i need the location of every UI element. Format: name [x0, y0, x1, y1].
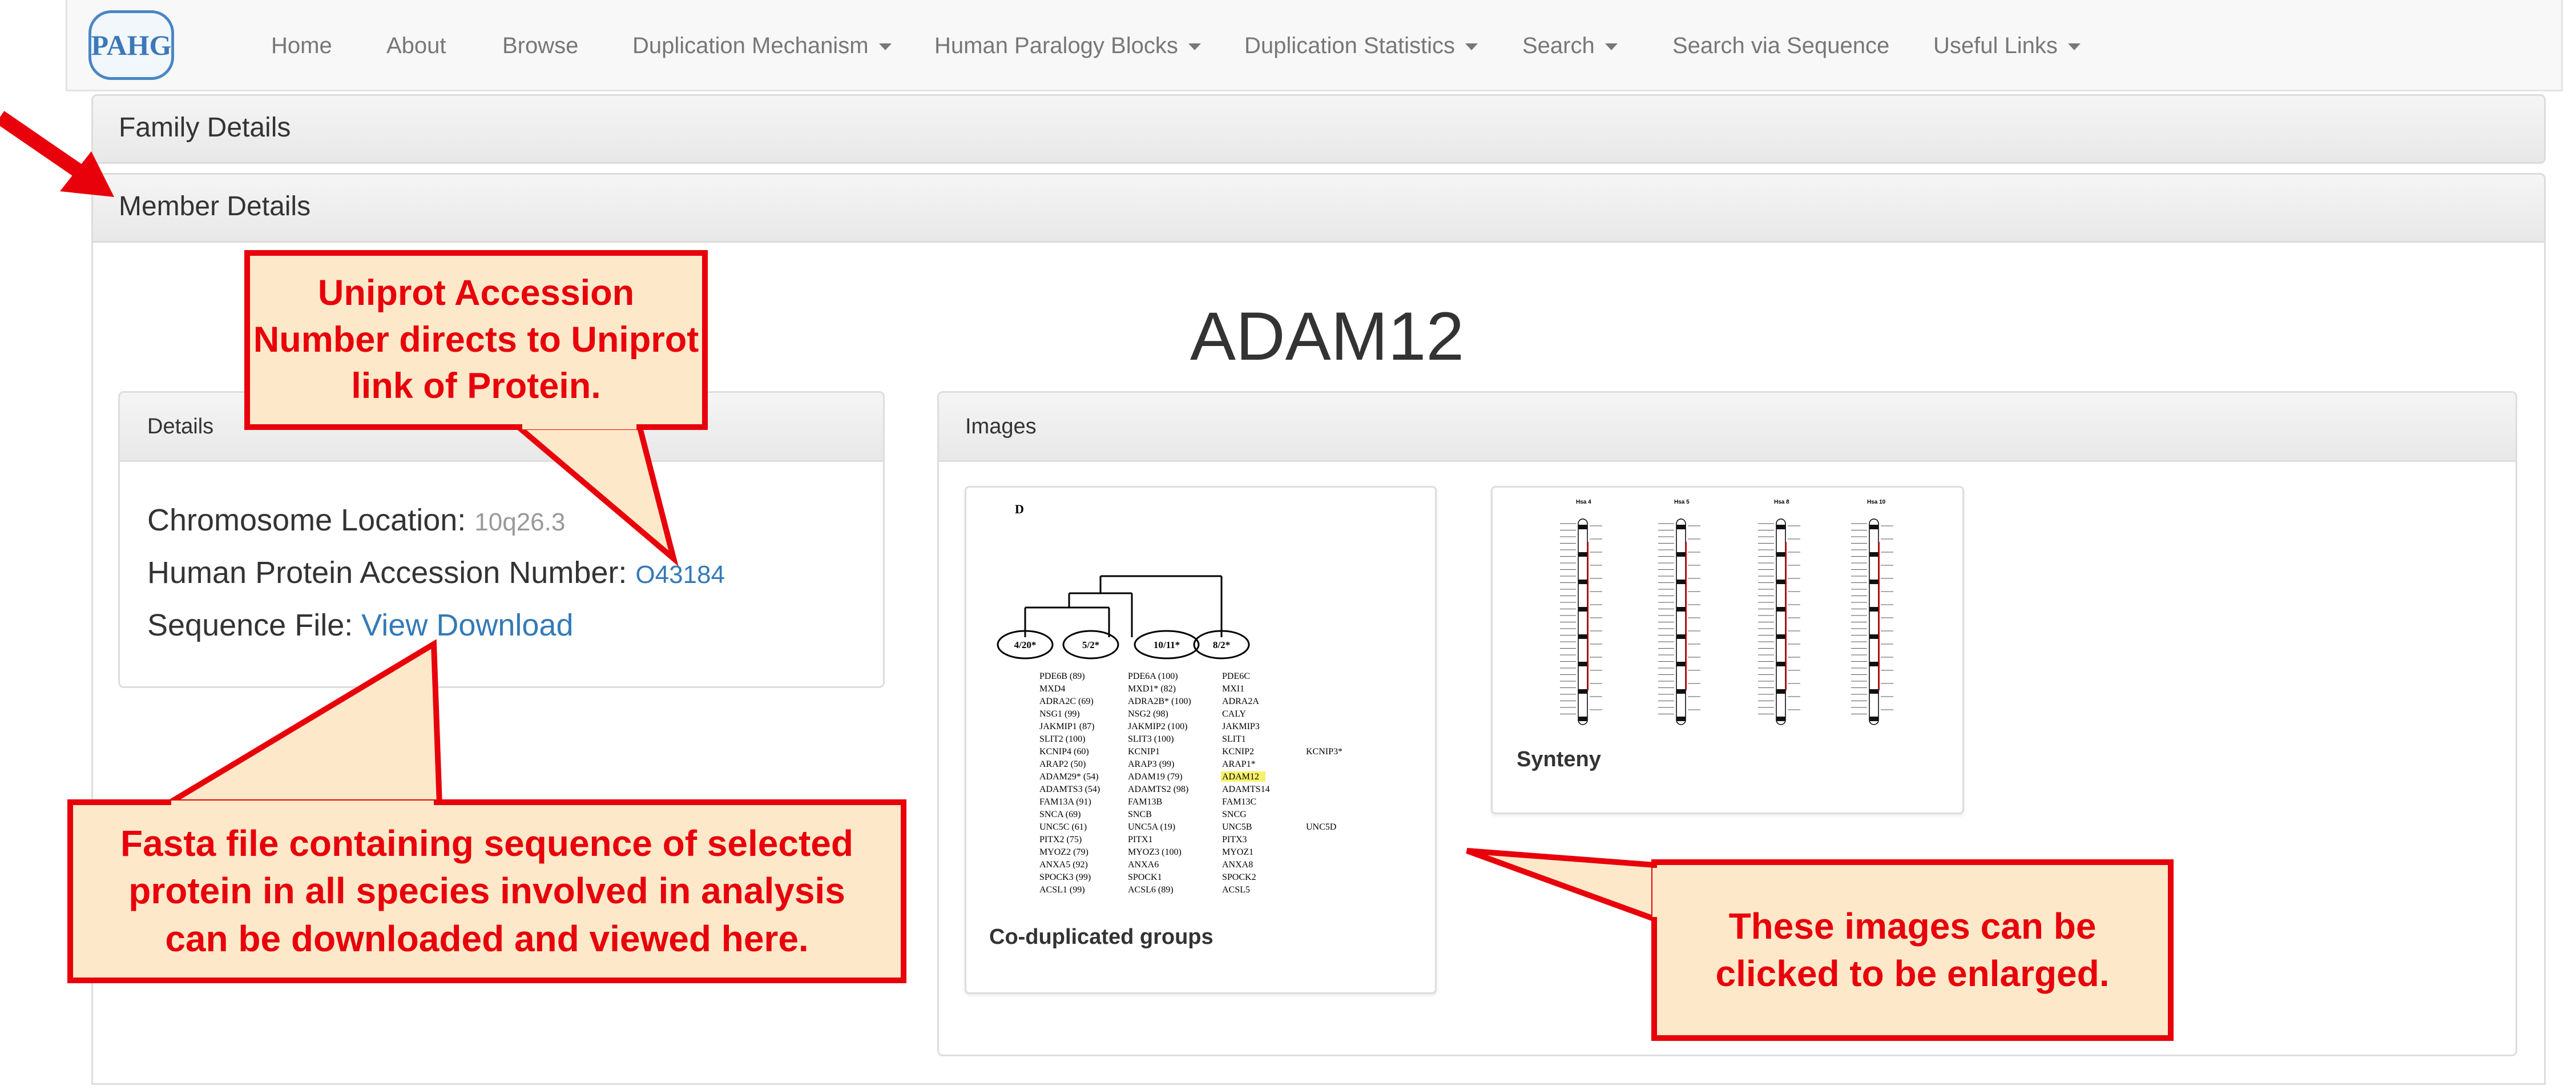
- callout-pointer: [509, 423, 679, 566]
- callout-joint: [171, 801, 434, 809]
- arrow-icon: [0, 111, 114, 197]
- accession-callout: Uniprot Accession Number directs to Unip…: [244, 250, 708, 430]
- callout-pointer: [155, 639, 443, 808]
- callout-joint: [1652, 868, 1660, 917]
- callout-joint: [522, 421, 636, 429]
- sequence-callout: Fasta file containing sequence of select…: [67, 799, 906, 983]
- images-callout: These images can be clicked to be enlarg…: [1651, 859, 2174, 1041]
- callout-pointer: [1466, 848, 1658, 924]
